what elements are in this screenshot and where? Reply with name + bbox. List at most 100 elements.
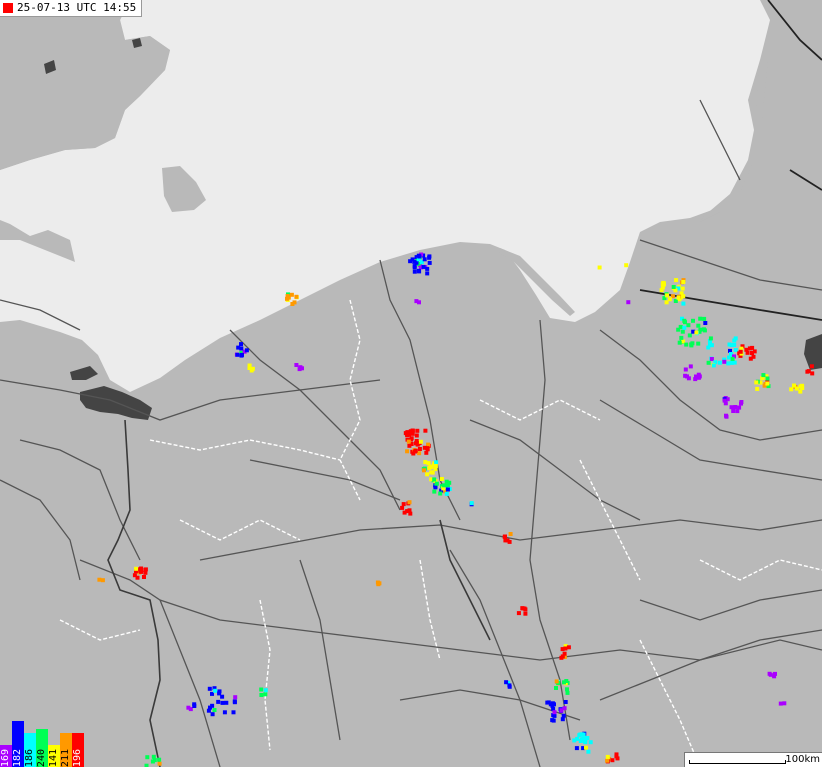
strike-marker	[550, 718, 555, 723]
strike-marker	[751, 354, 756, 359]
strike-marker	[427, 255, 432, 260]
strike-marker	[429, 470, 434, 475]
strike-marker	[247, 363, 252, 368]
strike-marker	[232, 700, 237, 705]
admin-borders	[59, 299, 822, 767]
strike-marker	[559, 655, 564, 660]
strike-marker	[792, 383, 796, 388]
strike-marker	[671, 285, 676, 289]
strike-marker	[738, 349, 743, 354]
strike-marker	[377, 581, 382, 586]
strike-marker	[565, 690, 570, 695]
strike-marker	[213, 688, 218, 693]
strike-marker	[585, 736, 590, 740]
strike-marker	[580, 737, 585, 742]
strike-marker	[447, 480, 452, 485]
strike-marker	[694, 330, 699, 335]
strike-marker	[434, 460, 439, 465]
strike-marker	[97, 577, 102, 582]
scale-line	[689, 763, 786, 764]
age-legend: 169 182 186 240 141 211 196	[0, 721, 84, 767]
strike-marker	[722, 398, 727, 403]
strike-marker	[425, 271, 430, 276]
strike-marker	[414, 439, 419, 443]
strike-marker	[504, 680, 509, 685]
strike-marker	[412, 269, 417, 274]
strike-marker	[423, 428, 428, 433]
strike-marker	[744, 347, 749, 352]
strike-marker	[407, 500, 412, 505]
legend-item: 169	[0, 745, 12, 767]
strike-marker	[610, 758, 615, 763]
strike-marker	[469, 501, 474, 506]
strike-marker	[765, 376, 770, 381]
strike-marker	[220, 700, 225, 705]
strike-marker	[408, 259, 413, 264]
strike-marker	[724, 414, 729, 419]
strike-marker	[597, 265, 602, 270]
strike-marker	[708, 336, 713, 341]
strike-marker	[624, 263, 629, 268]
strike-marker	[562, 651, 567, 656]
strike-marker	[417, 447, 422, 451]
strike-marker	[729, 360, 734, 365]
lightning-map[interactable]: 25-07-13 UTC 14:55 169 182 186 240 141 211 196…	[0, 0, 822, 767]
strike-marker	[559, 708, 564, 713]
strike-marker	[563, 646, 568, 651]
strike-marker	[702, 316, 707, 321]
strike-marker	[588, 740, 593, 745]
scale-label: 100km	[785, 754, 820, 765]
strike-marker	[554, 686, 558, 690]
basemap	[0, 0, 822, 767]
strike-marker	[425, 266, 430, 271]
strike-marker	[418, 439, 423, 444]
strike-marker	[216, 699, 221, 704]
strike-marker	[421, 264, 426, 269]
strike-marker	[809, 364, 814, 369]
strike-marker	[727, 355, 732, 360]
strike-marker	[584, 745, 588, 750]
strike-marker	[134, 566, 139, 571]
strike-marker	[424, 450, 429, 455]
legend-item: 211	[60, 733, 72, 767]
strike-marker	[444, 491, 449, 496]
strike-marker	[798, 384, 803, 389]
strike-marker	[679, 335, 684, 340]
strike-marker	[696, 375, 701, 380]
strike-marker	[400, 505, 405, 510]
legend-label: 196	[72, 748, 83, 767]
strike-marker	[729, 405, 734, 410]
scale-bar: 100km	[684, 752, 822, 767]
strike-marker	[239, 346, 244, 351]
strike-marker	[789, 387, 794, 392]
strike-marker	[605, 754, 610, 759]
strike-marker	[259, 687, 264, 692]
strike-marker	[752, 349, 757, 354]
strike-marker	[683, 367, 688, 372]
strike-marker	[405, 449, 410, 454]
strike-marker	[676, 327, 681, 332]
strike-marker	[662, 282, 666, 287]
strike-marker	[263, 688, 268, 693]
strike-marker	[502, 534, 507, 539]
strike-marker	[754, 380, 759, 385]
strike-marker	[747, 346, 752, 351]
strike-marker	[412, 259, 417, 264]
strike-marker	[735, 409, 740, 414]
strike-marker	[411, 451, 416, 456]
timestamp-box: 25-07-13 UTC 14:55	[0, 0, 143, 17]
strike-marker	[433, 464, 438, 468]
strike-marker	[563, 700, 568, 704]
strike-marker	[773, 671, 777, 676]
strike-marker	[138, 569, 143, 573]
strike-marker	[157, 757, 162, 762]
strike-marker	[297, 367, 302, 372]
strike-marker	[188, 707, 193, 712]
strike-marker	[778, 701, 783, 706]
strike-marker	[192, 704, 197, 708]
strike-marker	[605, 758, 610, 763]
strike-marker	[561, 713, 566, 718]
strike-marker	[614, 754, 619, 759]
strike-marker	[224, 700, 229, 705]
strike-marker	[782, 701, 787, 706]
